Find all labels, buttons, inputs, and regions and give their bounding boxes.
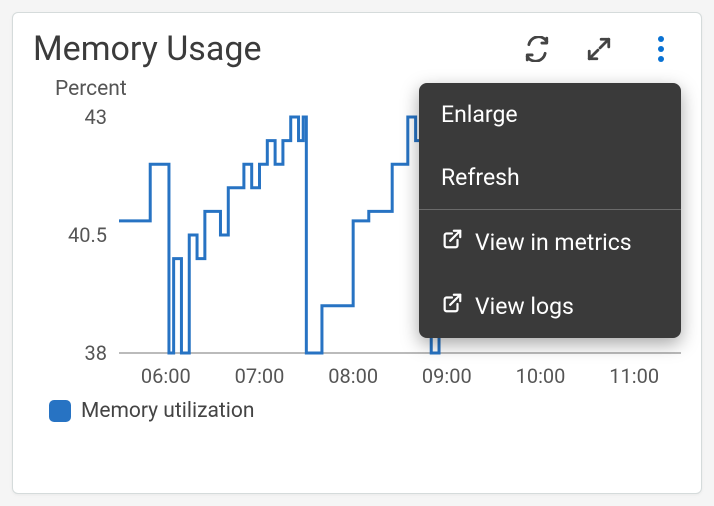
menu-view-logs-label: View logs xyxy=(475,293,574,320)
menu-enlarge[interactable]: Enlarge xyxy=(419,83,681,146)
menu-refresh[interactable]: Refresh xyxy=(419,146,681,209)
external-link-icon xyxy=(441,228,463,256)
enlarge-icon[interactable] xyxy=(585,35,613,63)
chart-card: Memory Usage xyxy=(12,12,702,494)
svg-text:40.5: 40.5 xyxy=(68,223,107,247)
svg-text:06:00: 06:00 xyxy=(141,364,191,388)
svg-text:43: 43 xyxy=(85,109,107,129)
svg-text:38: 38 xyxy=(85,341,107,365)
refresh-icon[interactable] xyxy=(523,35,551,63)
legend-swatch xyxy=(49,400,71,422)
svg-text:07:00: 07:00 xyxy=(235,364,285,388)
menu-view-logs[interactable]: View logs xyxy=(419,274,681,338)
card-header: Memory Usage xyxy=(33,29,681,69)
svg-text:08:00: 08:00 xyxy=(328,364,378,388)
menu-view-metrics-label: View in metrics xyxy=(475,229,632,256)
menu-enlarge-label: Enlarge xyxy=(441,101,518,128)
chart-toolbar xyxy=(523,35,681,63)
menu-view-metrics[interactable]: View in metrics xyxy=(419,210,681,274)
svg-text:09:00: 09:00 xyxy=(422,364,472,388)
svg-text:10:00: 10:00 xyxy=(516,364,566,388)
svg-text:11:00: 11:00 xyxy=(609,364,659,388)
context-menu: Enlarge Refresh View in metrics xyxy=(419,83,681,338)
legend: Memory utilization xyxy=(49,399,681,423)
legend-label: Memory utilization xyxy=(81,399,254,423)
menu-refresh-label: Refresh xyxy=(441,164,520,191)
menu-kebab-icon[interactable] xyxy=(647,35,675,63)
external-link-icon xyxy=(441,292,463,320)
chart-title: Memory Usage xyxy=(33,29,261,69)
